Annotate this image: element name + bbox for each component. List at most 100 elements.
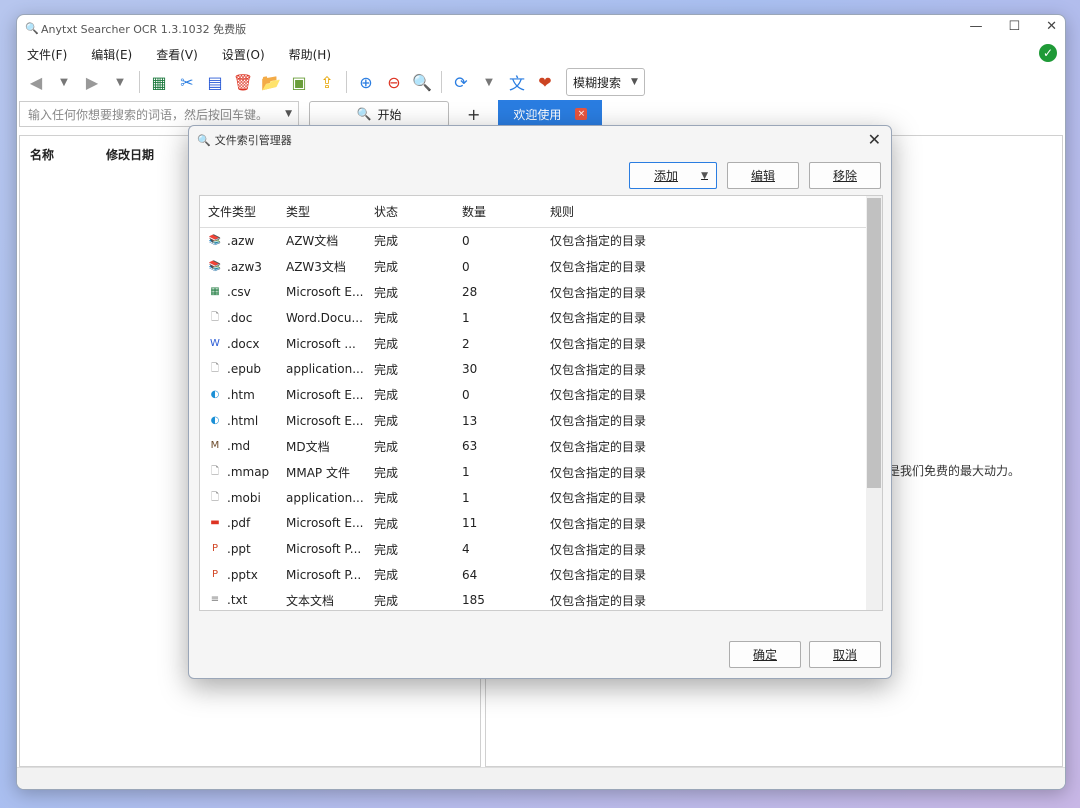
column-name[interactable]: 名称 — [30, 146, 54, 163]
export-excel-icon[interactable]: ▦ — [148, 71, 170, 93]
chevron-down-icon[interactable]: ▼ — [285, 109, 292, 119]
menu-settings[interactable]: 设置(O) — [222, 46, 265, 63]
zoom-out-icon[interactable]: ⊖ — [383, 71, 405, 93]
table-row[interactable]: ◐ .html Microsoft E... 完成 13 仅包含指定的目录 — [200, 408, 882, 434]
edit-button[interactable]: 编辑 — [727, 162, 799, 189]
cut-icon[interactable]: ✂ — [176, 71, 198, 93]
chevron-down-icon[interactable]: ▼ — [701, 171, 708, 181]
file-ext: .docx — [227, 336, 260, 351]
close-button[interactable]: ✕ — [1046, 19, 1057, 34]
menu-help[interactable]: 帮助(H) — [289, 46, 331, 63]
toolbar-divider — [139, 71, 140, 93]
table-row[interactable]: 🗋 .mobi application... 完成 1 仅包含指定的目录 — [200, 485, 882, 511]
menu-file[interactable]: 文件(F) — [27, 46, 67, 63]
dialog-title: 文件索引管理器 — [214, 134, 292, 147]
menu-view[interactable]: 查看(V) — [156, 46, 198, 63]
table-row[interactable]: 🗋 .mmap MMAP 文件 完成 1 仅包含指定的目录 — [200, 459, 882, 485]
table-row[interactable]: ≡ .txt 文本文档 完成 185 仅包含指定的目录 — [200, 588, 882, 610]
status-ok-icon: ✓ — [1039, 44, 1057, 62]
column-rule[interactable]: 规则 — [550, 203, 850, 220]
file-ext: .azw — [227, 233, 255, 248]
cell-status: 完成 — [374, 465, 399, 480]
cell-file-type: M .md — [200, 439, 286, 453]
cell-type: Microsoft P... — [286, 567, 362, 582]
file-ext: .md — [227, 439, 251, 454]
image-icon[interactable]: ▣ — [288, 71, 310, 93]
forward-dropdown-icon[interactable]: ▼ — [109, 71, 131, 93]
table-row[interactable]: 🗋 .epub application... 完成 30 仅包含指定的目录 — [200, 356, 882, 382]
zoom-in-icon[interactable]: ⊕ — [355, 71, 377, 93]
table-row[interactable]: W .docx Microsoft ... 完成 2 仅包含指定的目录 — [200, 331, 882, 357]
cell-rule: 仅包含指定的目录 — [550, 516, 647, 531]
cell-status: 完成 — [374, 414, 399, 429]
add-tab-button[interactable]: + — [467, 105, 480, 124]
delete-icon[interactable]: 🗑 — [232, 71, 254, 93]
forward-icon[interactable]: ▶ — [81, 71, 103, 93]
blank-file-icon: 🗋 — [210, 311, 220, 323]
cancel-button[interactable]: 取消 — [809, 641, 881, 668]
table-row[interactable]: M .md MD文档 完成 63 仅包含指定的目录 — [200, 434, 882, 460]
cell-file-type: ◐ .htm — [200, 388, 286, 402]
file-index-manager-dialog: 🔍 文件索引管理器 ✕ 添加 ▼ 编辑 移除 文件类型 类型 状态 数量 规则 … — [188, 125, 892, 679]
cell-rule: 仅包含指定的目录 — [550, 491, 647, 506]
share-icon[interactable]: ⇪ — [316, 71, 338, 93]
table-row[interactable]: ▬ .pdf Microsoft E... 完成 11 仅包含指定的目录 — [200, 511, 882, 537]
ok-button[interactable]: 确定 — [729, 641, 801, 668]
back-icon[interactable]: ◀ — [25, 71, 47, 93]
cell-rule: 仅包含指定的目录 — [550, 234, 647, 249]
cell-type: Microsoft E... — [286, 516, 364, 531]
cell-type: Word.Docu... — [286, 310, 363, 325]
toolbar: ◀ ▼ ▶ ▼ ▦ ✂ ▤ 🗑 📂 ▣ ⇪ ⊕ ⊖ 🔍 ⟳ ▼ 文 ❤ 模糊搜索… — [17, 65, 1065, 99]
tab-welcome[interactable]: 欢迎使用 × — [498, 100, 603, 128]
search-mode-select[interactable]: 模糊搜索 ▼ — [566, 68, 645, 96]
add-button[interactable]: 添加 ▼ — [629, 162, 717, 189]
dialog-close-icon[interactable]: ✕ — [868, 130, 881, 149]
vertical-scrollbar[interactable] — [866, 196, 882, 610]
menu-edit[interactable]: 编辑(E) — [91, 46, 132, 63]
status-bar — [17, 767, 1065, 789]
table-row[interactable]: ◐ .htm Microsoft E... 完成 0 仅包含指定的目录 — [200, 382, 882, 408]
copy-icon[interactable]: ▤ — [204, 71, 226, 93]
table-row[interactable]: ▦ .csv Microsoft E... 完成 28 仅包含指定的目录 — [200, 279, 882, 305]
column-status[interactable]: 状态 — [374, 203, 462, 220]
close-tab-icon[interactable]: × — [575, 108, 588, 120]
cell-count: 185 — [462, 593, 485, 608]
cell-count: 1 — [462, 490, 470, 505]
column-type[interactable]: 类型 — [286, 203, 374, 220]
cell-count: 0 — [462, 259, 470, 274]
column-file-type[interactable]: 文件类型 — [200, 203, 286, 220]
column-modified[interactable]: 修改日期 — [106, 146, 154, 163]
minimize-button[interactable]: — — [969, 19, 982, 34]
dialog-title-bar: 🔍 文件索引管理器 — [189, 126, 891, 154]
edge-icon: ◐ — [210, 388, 220, 400]
table-row[interactable]: 📚 .azw3 AZW3文档 完成 0 仅包含指定的目录 — [200, 254, 882, 280]
cell-rule: 仅包含指定的目录 — [550, 439, 647, 454]
scrollbar-thumb[interactable] — [867, 198, 881, 488]
refresh-icon[interactable]: ⟳ — [450, 71, 472, 93]
column-count[interactable]: 数量 — [462, 203, 550, 220]
file-ext: .htm — [227, 387, 255, 402]
search-icon: 🔍 — [356, 107, 372, 121]
search-icon[interactable]: 🔍 — [411, 71, 433, 93]
cell-file-type: ◐ .html — [200, 414, 286, 428]
donate-heart-icon[interactable]: ❤ — [534, 71, 556, 93]
table-row[interactable]: 🗋 .doc Word.Docu... 完成 1 仅包含指定的目录 — [200, 305, 882, 331]
open-folder-icon[interactable]: 📂 — [260, 71, 282, 93]
search-input[interactable]: 输入任何你想要搜索的词语，然后按回车键。 ▼ — [19, 101, 299, 127]
start-search-button[interactable]: 🔍 开始 — [309, 101, 449, 127]
app-logo-icon: 🔍 — [197, 133, 211, 147]
table-row[interactable]: P .pptx Microsoft P... 完成 64 仅包含指定的目录 — [200, 562, 882, 588]
table-row[interactable]: P .ppt Microsoft P... 完成 4 仅包含指定的目录 — [200, 536, 882, 562]
back-dropdown-icon[interactable]: ▼ — [53, 71, 75, 93]
cell-file-type: P .pptx — [200, 568, 286, 582]
cell-status: 完成 — [374, 311, 399, 326]
maximize-button[interactable]: ☐ — [1008, 19, 1020, 34]
blank-file-icon: 🗋 — [210, 466, 220, 478]
remove-button[interactable]: 移除 — [809, 162, 881, 189]
cell-status: 完成 — [374, 337, 399, 352]
table-row[interactable]: 📚 .azw AZW文档 完成 0 仅包含指定的目录 — [200, 228, 882, 254]
translate-icon[interactable]: 文 — [506, 71, 528, 93]
refresh-dropdown-icon[interactable]: ▼ — [478, 71, 500, 93]
table-body: 📚 .azw AZW文档 完成 0 仅包含指定的目录 📚 .azw3 AZW3文档 完成 0 仅包含指… — [200, 228, 882, 610]
cell-status: 完成 — [374, 388, 399, 403]
